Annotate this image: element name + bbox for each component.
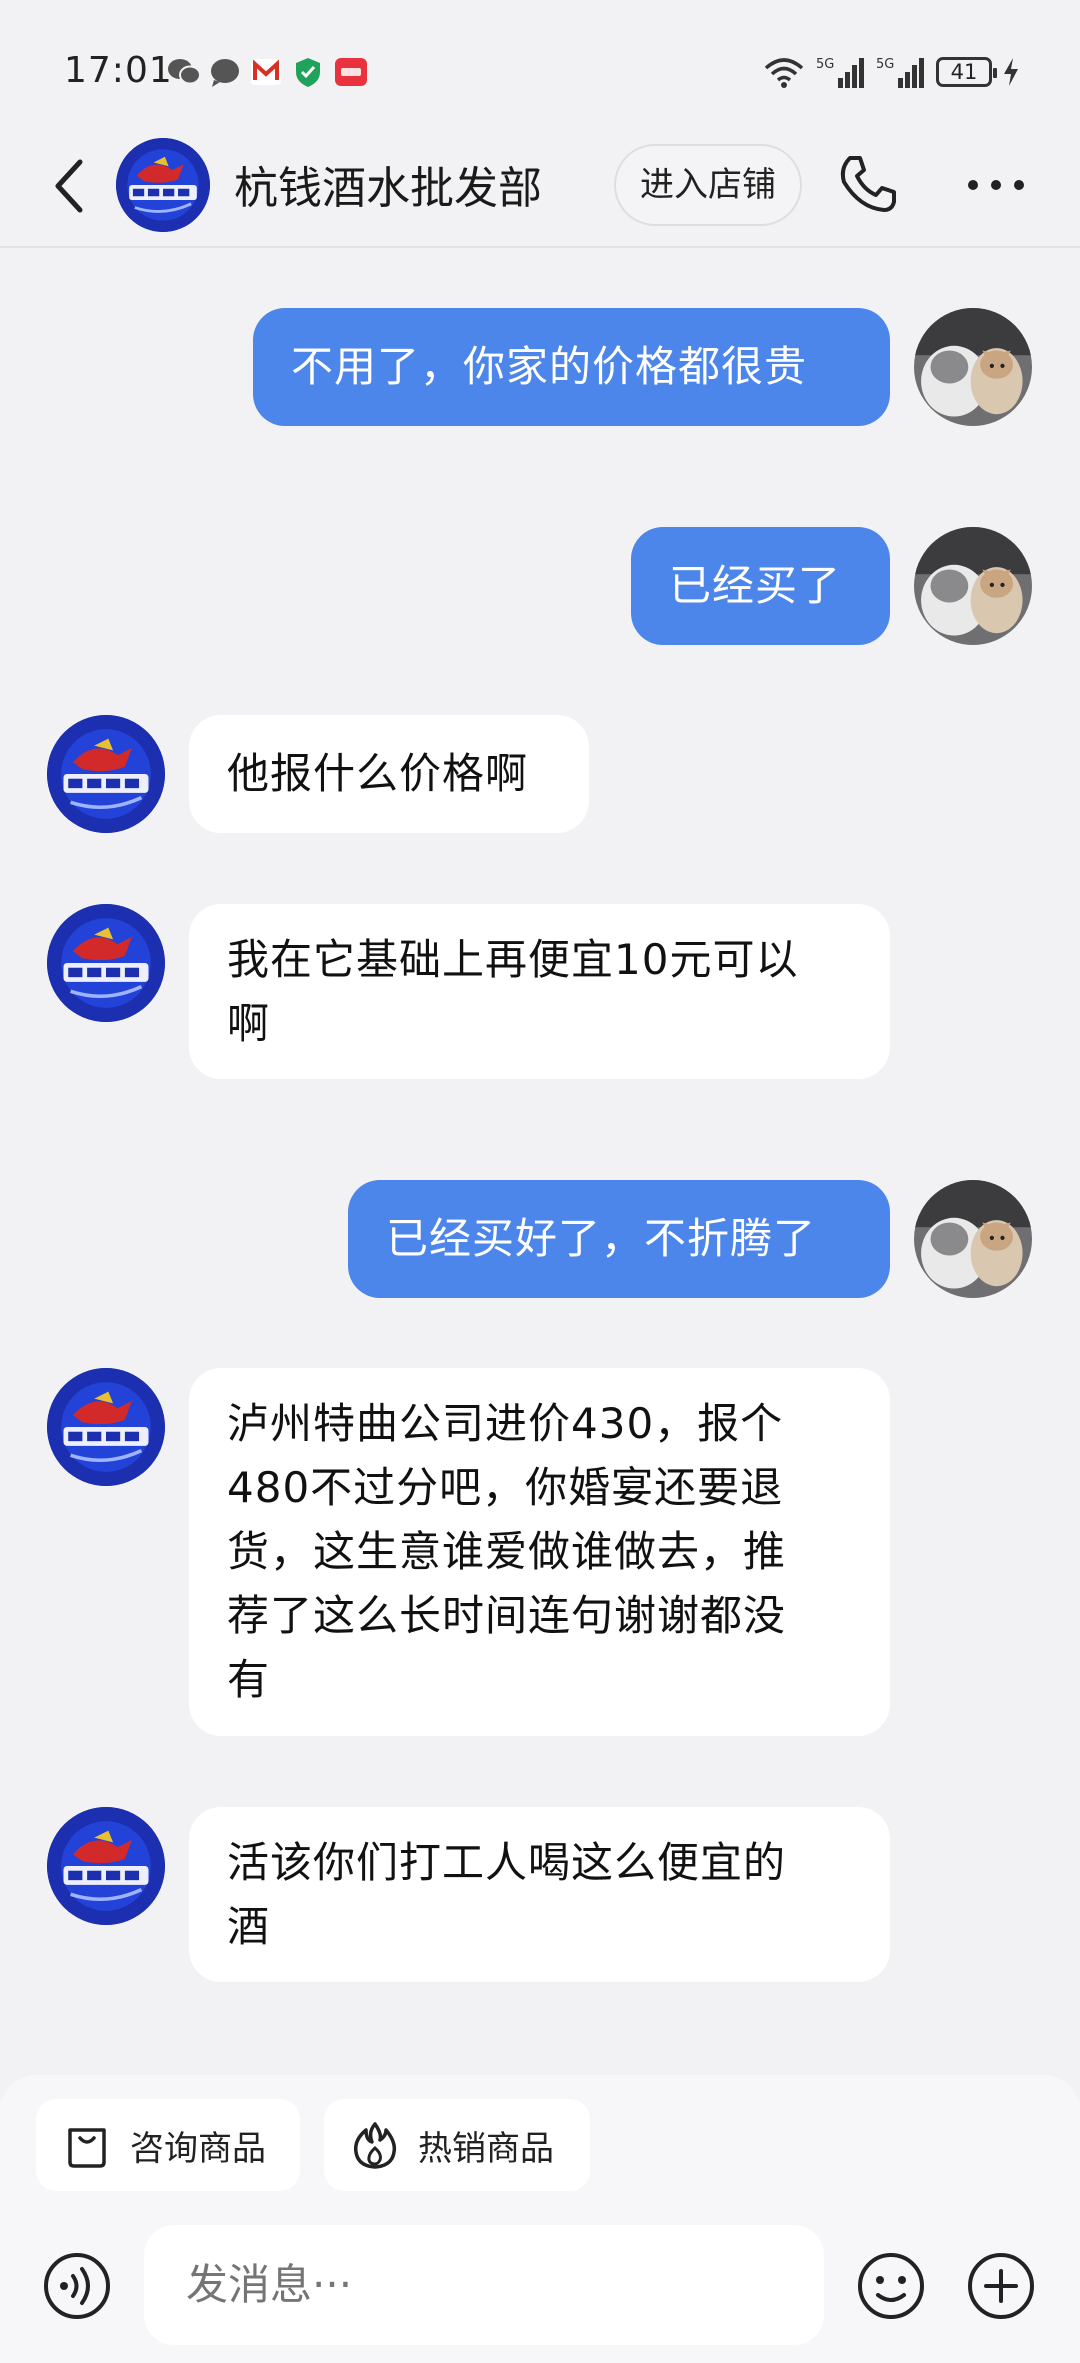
message-line: 我在它基础上再便宜10元可以 xyxy=(227,935,799,984)
message-bubble-outgoing[interactable]: 已经买了 xyxy=(631,527,890,645)
network-label-2: 5G xyxy=(876,57,894,72)
message-line: 荐了这么长时间连句谢谢都没 xyxy=(227,1591,787,1640)
user-avatar[interactable] xyxy=(914,527,1032,645)
flame-icon xyxy=(353,2122,397,2169)
app-badge-icon xyxy=(335,58,367,86)
message-input[interactable] xyxy=(144,2225,824,2345)
message-line: 泸州特曲公司进价430，报个 xyxy=(227,1399,784,1448)
consult-product-label: 咨询商品 xyxy=(130,2128,266,2169)
phone-icon[interactable] xyxy=(836,152,898,214)
shop-avatar[interactable] xyxy=(47,1368,165,1486)
signal-icon: 5G xyxy=(876,57,924,88)
shield-icon xyxy=(296,58,320,87)
back-icon[interactable] xyxy=(50,156,90,216)
message-bubble-outgoing[interactable]: 已经买好了，不折腾了 xyxy=(348,1180,890,1298)
message-line: 酒 xyxy=(227,1902,271,1951)
wechat-icon xyxy=(168,59,201,85)
consult-product-button[interactable]: 咨询商品 xyxy=(36,2099,300,2191)
message-line: 货，这生意谁爱做谁做去，推 xyxy=(227,1527,787,1576)
user-avatar[interactable] xyxy=(914,1180,1032,1298)
message-bubble-outgoing[interactable]: 不用了，你家的价格都很贵 xyxy=(253,308,890,426)
status-bar: 17:01 5G 5G 41 xyxy=(0,0,1080,130)
status-right: 5G 5G 41 xyxy=(762,54,1020,90)
hot-products-label: 热销商品 xyxy=(418,2128,554,2169)
shop-avatar[interactable] xyxy=(47,1807,165,1925)
status-time: 17:01 xyxy=(64,50,173,91)
message-bubble-incoming[interactable]: 泸州特曲公司进价430，报个 480不过分吧，你婚宴还要退 货，这生意谁爱做谁做… xyxy=(189,1368,890,1736)
message-bubble-incoming[interactable]: 他报什么价格啊 xyxy=(189,715,589,833)
message-bubble-incoming[interactable]: 活该你们打工人喝这么便宜的 酒 xyxy=(189,1807,890,1982)
user-avatar[interactable] xyxy=(914,308,1032,426)
add-icon[interactable] xyxy=(966,2251,1036,2321)
message-line: 啊 xyxy=(227,999,271,1048)
voice-icon[interactable] xyxy=(42,2251,112,2321)
bottom-panel: 咨询商品 热销商品 xyxy=(0,2075,1080,2363)
shop-avatar[interactable] xyxy=(116,138,210,232)
network-label-1: 5G xyxy=(816,57,834,72)
shop-name: 杭钱酒水批发部 xyxy=(234,163,542,214)
charging-icon xyxy=(1004,58,1018,86)
signal-icon: 5G xyxy=(816,57,864,88)
emoji-icon[interactable] xyxy=(856,2251,926,2321)
enter-shop-button[interactable]: 进入店铺 xyxy=(614,144,802,226)
chat-header: 杭钱酒水批发部 进入店铺 xyxy=(0,130,1080,248)
shopping-bag-icon xyxy=(68,2128,106,2168)
message-bubble-incoming[interactable]: 我在它基础上再便宜10元可以 啊 xyxy=(189,904,890,1079)
shop-avatar[interactable] xyxy=(47,715,165,833)
message-line: 活该你们打工人喝这么便宜的 xyxy=(227,1838,787,1887)
shop-avatar[interactable] xyxy=(47,904,165,1022)
gmail-icon xyxy=(251,59,281,85)
hot-products-button[interactable]: 热销商品 xyxy=(324,2099,590,2191)
message-icon xyxy=(211,59,239,87)
input-row xyxy=(0,2225,1080,2345)
wifi-icon xyxy=(764,58,804,88)
battery-indicator: 41 xyxy=(936,57,997,87)
message-line: 有 xyxy=(227,1655,271,1704)
more-options-icon[interactable] xyxy=(966,178,1026,192)
message-line: 480不过分吧，你婚宴还要退 xyxy=(227,1463,784,1512)
